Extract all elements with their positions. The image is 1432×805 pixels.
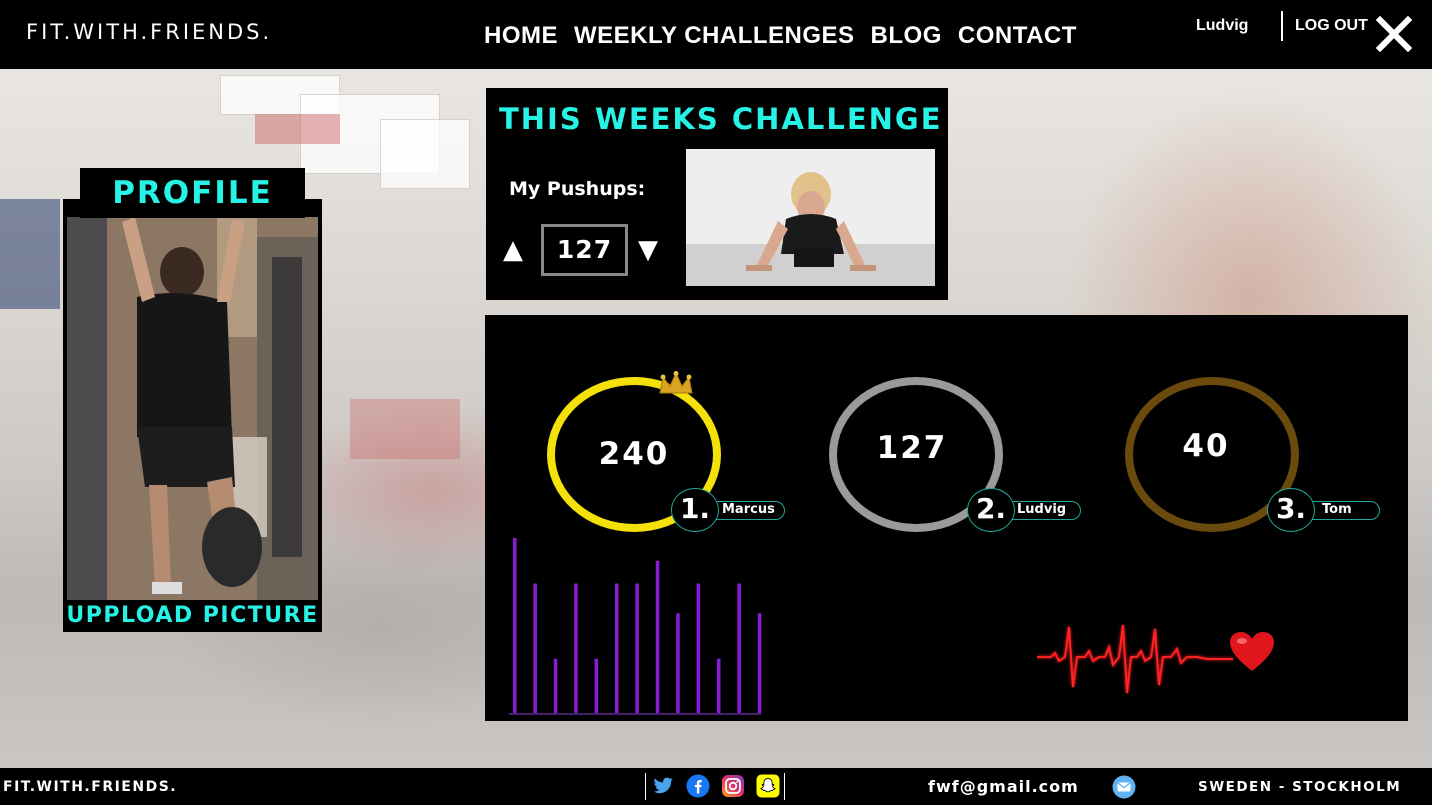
main-nav: HOME WEEKLY CHALLENGES BLOG CONTACT	[484, 22, 1077, 50]
close-icon[interactable]	[1376, 16, 1412, 52]
header-divider	[1281, 11, 1283, 41]
activity-bar	[635, 583, 639, 713]
mail-icon[interactable]	[1112, 775, 1136, 799]
upload-picture-button[interactable]: UPPLOAD PICTURE	[63, 600, 322, 632]
profile-picture	[67, 217, 318, 600]
rank-badge-third: 3.	[1267, 488, 1315, 532]
location-text: SWEDEN - STOCKHOLM	[1198, 779, 1402, 795]
footer: FIT.WITH.FRIENDS. fwf@gmail.com SWEDEN -…	[0, 768, 1432, 805]
decrement-arrow-icon[interactable]: ▼	[638, 235, 658, 265]
weekly-challenge-card: THIS WEEKS CHALLENGE My Pushups: ▲ 127 ▼	[486, 88, 948, 300]
rank-name-first-text: Marcus	[722, 502, 775, 517]
challenge-image	[686, 149, 935, 286]
rank-badge-first: 1.	[671, 488, 719, 532]
social-links	[651, 774, 780, 798]
rank-name-third-text: Tom	[1322, 502, 1352, 517]
contact-email[interactable]: fwf@gmail.com	[928, 777, 1079, 796]
footer-logo[interactable]: FIT.WITH.FRIENDS.	[3, 779, 177, 795]
rank-name-second-text: Ludvig	[1017, 502, 1067, 517]
activity-bars-graphic	[509, 538, 762, 715]
score-second: 127	[876, 430, 948, 466]
activity-bar	[737, 583, 741, 713]
activity-bar	[655, 560, 660, 713]
challenge-title: THIS WEEKS CHALLENGE	[499, 102, 943, 136]
activity-bar	[594, 658, 599, 713]
pushups-label: My Pushups:	[509, 178, 646, 200]
snapchat-icon[interactable]	[756, 774, 780, 798]
crown-icon	[659, 371, 693, 394]
activity-bar	[717, 658, 721, 713]
leaderboard-panel: 240 Marcus 1. 127 Ludvig 2. 40 Tom 3.	[485, 315, 1408, 721]
instagram-icon[interactable]	[721, 774, 745, 798]
nav-contact[interactable]: CONTACT	[958, 22, 1077, 50]
social-divider-left	[645, 773, 646, 800]
top-navigation-bar: FIT.WITH.FRIENDS. HOME WEEKLY CHALLENGES…	[0, 0, 1432, 69]
nav-home[interactable]: HOME	[484, 22, 558, 50]
twitter-icon[interactable]	[651, 774, 675, 798]
activity-bar	[533, 583, 537, 713]
facebook-icon[interactable]	[686, 774, 710, 798]
activity-bar	[676, 613, 680, 713]
site-logo[interactable]: FIT.WITH.FRIENDS.	[26, 20, 272, 44]
increment-arrow-icon[interactable]: ▲	[503, 235, 523, 265]
score-first: 240	[598, 436, 670, 472]
rank-badge-second: 2.	[967, 488, 1015, 532]
activity-bar	[574, 583, 578, 713]
logout-button[interactable]: LOG OUT	[1295, 17, 1368, 35]
heart-icon	[1230, 632, 1274, 671]
pushups-counter-input[interactable]: 127	[541, 224, 628, 276]
profile-title: PROFILE	[80, 168, 305, 218]
current-user-name: Ludvig	[1196, 17, 1249, 34]
social-divider-right	[784, 773, 785, 800]
activity-bar	[553, 658, 558, 713]
score-third: 40	[1182, 428, 1230, 464]
activity-bar	[757, 613, 762, 713]
nav-blog[interactable]: BLOG	[871, 22, 942, 50]
activity-bar	[513, 538, 517, 713]
activity-bar	[696, 583, 701, 713]
activity-bar	[615, 583, 619, 713]
nav-weekly-challenges[interactable]: WEEKLY CHALLENGES	[574, 22, 855, 50]
